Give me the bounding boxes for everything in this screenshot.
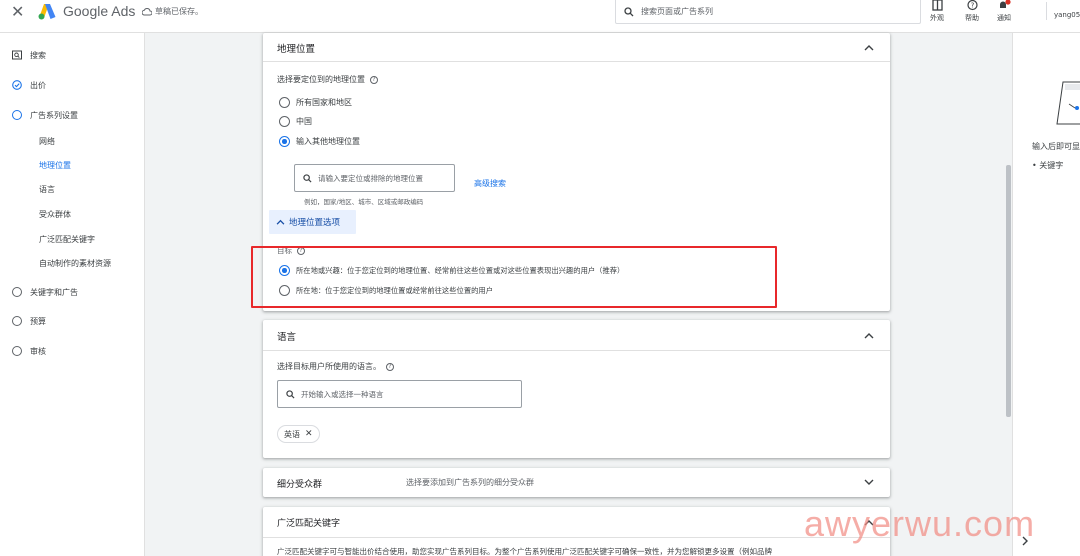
language-chip: 英语 ✕ <box>277 425 320 443</box>
check-circle-icon <box>12 80 22 90</box>
circle-icon <box>12 316 22 326</box>
bell-icon <box>1000 0 1011 8</box>
card-divider <box>263 61 890 62</box>
circle-icon <box>12 287 22 297</box>
chevron-up-icon[interactable] <box>864 44 874 51</box>
location-example: 例如，国家/地区、城市、区域或邮政编码 <box>304 198 424 206</box>
help-label: 帮助 <box>965 14 979 22</box>
help-icon: ? <box>966 0 978 11</box>
broad-match-card: 广泛匹配关键字 广泛匹配关键字可与智能出价结合使用，助您实现广告系列目标。为整个… <box>263 507 890 556</box>
advanced-search-link[interactable]: 高级搜索 <box>474 178 506 189</box>
topbar-divider <box>1046 2 1047 20</box>
locations-prompt: 选择要定位到的地理位置? <box>277 74 378 85</box>
circle-icon <box>12 110 22 120</box>
nav-item-budget[interactable]: 预算 <box>0 313 145 329</box>
nav-item-keywords-ads[interactable]: 关键字和广告 <box>0 284 145 300</box>
watermark: awyerwu.com <box>804 503 1036 544</box>
search-placeholder: 搜索页面或广告系列 <box>641 7 713 16</box>
location-search-placeholder: 请输入要定位或排除的地理位置 <box>318 173 423 183</box>
notifications-label: 通知 <box>997 14 1011 22</box>
circle-icon <box>12 346 22 356</box>
radio-all-countries[interactable] <box>279 97 290 108</box>
nav-sub-languages[interactable]: 语言 <box>39 183 55 197</box>
card-divider <box>263 537 890 538</box>
side-nav: 搜索 出价 广告系列设置 网络 地理位置 语言 受众群体 广泛匹配关键字 自动制… <box>0 33 145 556</box>
languages-prompt: 选择目标用户所使用的语言。? <box>277 361 394 372</box>
audience-title: 细分受众群 <box>277 480 323 490</box>
svg-text:?: ? <box>970 2 974 10</box>
locations-title: 地理位置 <box>277 44 316 55</box>
radio-label: 中国 <box>296 117 312 126</box>
nav-item-label: 搜索 <box>30 50 46 60</box>
search-icon <box>286 389 295 399</box>
right-panel-bullet: • 关键字 <box>1032 161 1064 170</box>
chevron-up-icon[interactable] <box>864 332 874 339</box>
audience-card[interactable]: 细分受众群 选择要添加到广告系列的细分受众群 <box>263 468 890 497</box>
nav-sub-broad-match[interactable]: 广泛匹配关键字 <box>39 233 95 247</box>
audience-summary: 选择要添加到广告系列的细分受众群 <box>406 478 534 487</box>
account-name[interactable]: yang05 <box>1054 11 1080 19</box>
chevron-down-icon[interactable] <box>864 479 874 486</box>
save-status: 草稿已保存。 <box>142 6 203 17</box>
page-scrollbar[interactable] <box>1006 165 1011 417</box>
broad-match-desc: 广泛匹配关键字可与智能出价结合使用，助您实现广告系列目标。为整个广告系列使用广泛… <box>277 547 772 556</box>
cloud-check-icon <box>142 7 152 15</box>
nav-item-review[interactable]: 审核 <box>0 343 145 359</box>
chevron-up-icon <box>276 219 285 225</box>
nav-item-label: 审核 <box>30 346 46 356</box>
highlight-box <box>251 246 777 308</box>
nav-item-label: 广告系列设置 <box>30 110 78 120</box>
nav-item-search[interactable]: 搜索 <box>0 47 145 63</box>
appearance-button[interactable]: 外观 <box>923 0 951 23</box>
radio-other-location[interactable] <box>279 136 290 147</box>
nav-item-label: 预算 <box>30 316 46 326</box>
language-search-input[interactable]: 开始输入或选择一种语言 <box>277 380 522 408</box>
right-panel-text: 输入后即可显 <box>1032 142 1080 151</box>
nav-item-campaign-settings[interactable]: 广告系列设置 <box>0 107 145 123</box>
radio-label: 输入其他地理位置 <box>296 137 360 146</box>
locations-prompt-text: 选择要定位到的地理位置 <box>277 75 365 84</box>
search-icon <box>303 173 312 183</box>
nav-item-bidding[interactable]: 出价 <box>0 77 145 93</box>
appearance-icon <box>931 0 943 11</box>
card-divider <box>263 350 890 351</box>
nav-item-label: 关键字和广告 <box>30 287 78 297</box>
nav-sub-locations[interactable]: 地理位置 <box>39 159 71 173</box>
search-box-icon <box>12 50 22 60</box>
nav-sub-auto-assets[interactable]: 自动制作的素材资源 <box>39 257 111 271</box>
close-icon[interactable]: ✕ <box>11 2 24 22</box>
languages-title: 语言 <box>277 332 297 343</box>
radio-china[interactable] <box>279 116 290 127</box>
appearance-label: 外观 <box>930 14 944 22</box>
language-search-placeholder: 开始输入或选择一种语言 <box>301 389 384 399</box>
nav-item-label: 出价 <box>30 80 46 90</box>
remove-chip-icon[interactable]: ✕ <box>305 429 313 439</box>
google-ads-logo-icon <box>38 4 56 20</box>
language-chip-label: 英语 <box>284 429 300 439</box>
brand-name: Google Ads <box>63 3 136 19</box>
search-icon <box>624 6 634 16</box>
notifications-button[interactable]: 通知 <box>990 0 1018 23</box>
location-search-input[interactable]: 请输入要定位或排除的地理位置 <box>294 164 455 192</box>
location-options-label: 地理位置选项 <box>289 218 341 228</box>
help-button[interactable]: ? 帮助 <box>958 0 986 23</box>
broad-match-title: 广泛匹配关键字 <box>277 519 341 529</box>
right-panel: 输入后即可显 • 关键字 <box>1012 33 1080 556</box>
nav-sub-networks[interactable]: 网络 <box>39 135 55 149</box>
location-options-button[interactable]: 地理位置选项 <box>269 210 356 234</box>
radio-label: 所有国家和地区 <box>296 98 352 107</box>
search-input[interactable]: 搜索页面或广告系列 <box>615 0 921 24</box>
top-bar: ✕ Google Ads 草稿已保存。 搜索页面或广告系列 外观 ? 帮助 通知… <box>0 0 1080 33</box>
right-panel-bullet-text: 关键字 <box>1039 161 1064 170</box>
languages-card: 语言 选择目标用户所使用的语言。? 开始输入或选择一种语言 英语 ✕ <box>263 320 890 458</box>
languages-prompt-text: 选择目标用户所使用的语言。 <box>277 362 381 371</box>
illustration-icon <box>1056 81 1080 125</box>
help-icon[interactable]: ? <box>386 363 394 371</box>
help-icon[interactable]: ? <box>370 76 378 84</box>
save-status-text: 草稿已保存。 <box>155 7 203 16</box>
nav-sub-audiences[interactable]: 受众群体 <box>39 208 71 222</box>
